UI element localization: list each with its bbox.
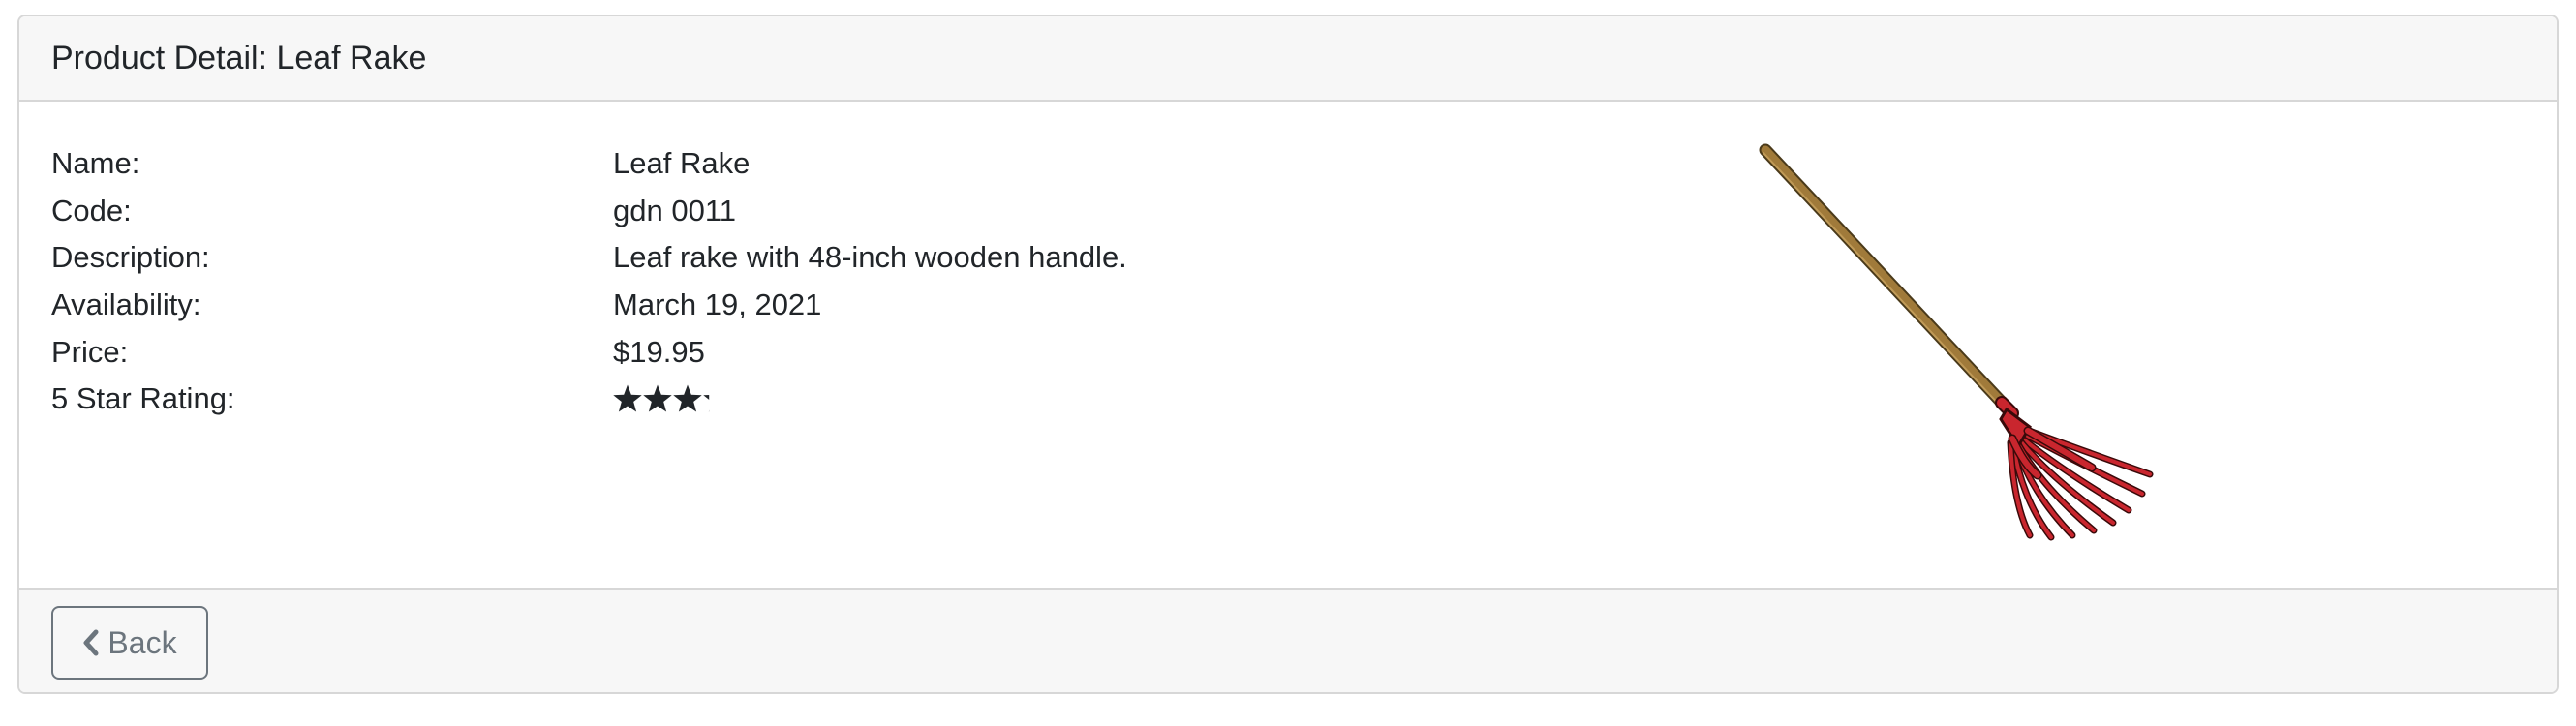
back-button-label: Back [107, 624, 177, 660]
field-label: 5 Star Rating: [51, 381, 235, 416]
card-footer: Back [19, 588, 2557, 692]
field-label: Price: [51, 334, 129, 369]
star-rating-icons [613, 384, 710, 412]
star-icon [703, 395, 710, 412]
field-label: Description: [51, 240, 210, 275]
field-value: $19.95 [613, 334, 705, 369]
detail-row-name: Name: Leaf Rake [51, 140, 1127, 188]
chevron-left-icon [83, 629, 99, 656]
card-body: Name: Leaf Rake Code: gdn 0011 Descripti… [19, 102, 2557, 588]
product-detail-card: Product Detail: Leaf Rake Name: Leaf Rak… [17, 15, 2559, 694]
star-rating [613, 376, 720, 422]
detail-row-code: Code: gdn 0011 [51, 188, 1127, 235]
leaf-rake-image [1759, 143, 2154, 541]
field-value: Leaf Rake [613, 146, 751, 181]
star-icon [613, 384, 642, 412]
star-icon [643, 384, 672, 412]
field-value: gdn 0011 [613, 193, 736, 227]
back-button[interactable]: Back [51, 606, 208, 680]
page-title: Product Detail: Leaf Rake [51, 39, 427, 76]
detail-row-availability: Availability: March 19, 2021 [51, 282, 1127, 329]
product-details: Name: Leaf Rake Code: gdn 0011 Descripti… [51, 140, 1127, 423]
field-label: Availability: [51, 287, 201, 322]
detail-row-price: Price: $19.95 [51, 328, 1127, 376]
field-label: Code: [51, 193, 132, 227]
detail-row-rating: 5 Star Rating: [51, 376, 1127, 423]
card-header: Product Detail: Leaf Rake [19, 16, 2557, 102]
field-label: Name: [51, 146, 140, 181]
field-value: Leaf rake with 48-inch wooden handle. [613, 240, 1127, 275]
field-value: March 19, 2021 [613, 287, 822, 322]
star-icon [673, 384, 702, 412]
detail-row-description: Description: Leaf rake with 48-inch wood… [51, 234, 1127, 282]
